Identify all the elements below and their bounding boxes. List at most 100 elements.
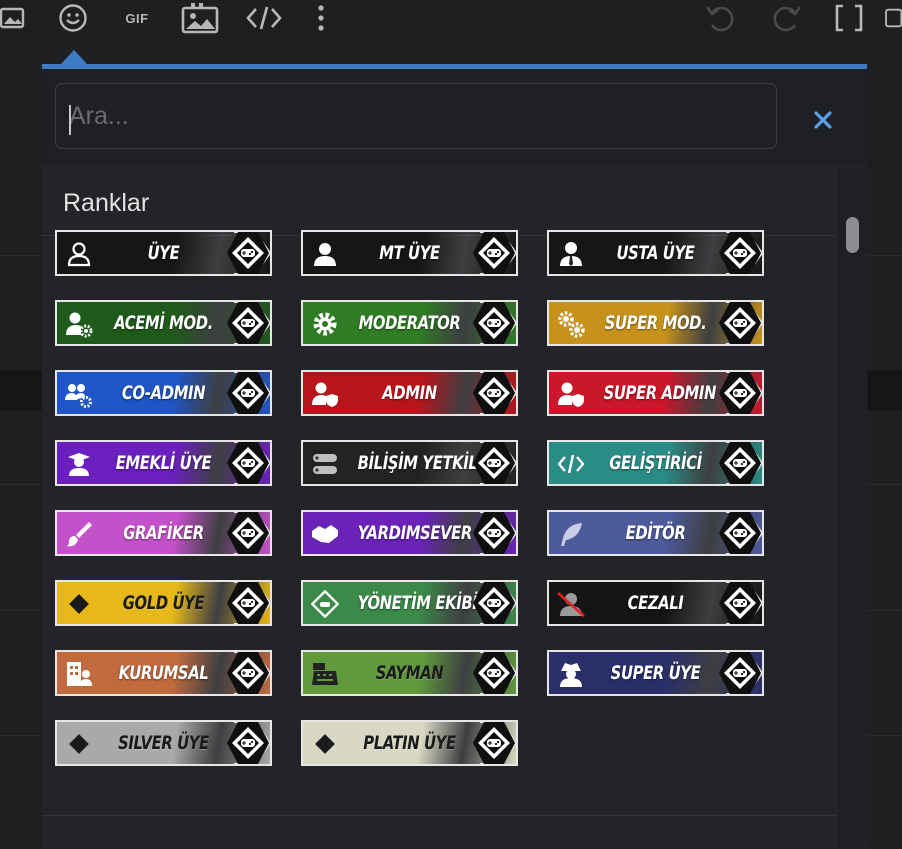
search-input[interactable] [55, 83, 777, 149]
gamepad-icon [714, 232, 762, 274]
gamepad-icon [222, 652, 270, 694]
gamepad-icon [222, 582, 270, 624]
users-gear-icon [64, 379, 94, 409]
gamepad-icon [222, 512, 270, 554]
scrollbar-track[interactable] [838, 167, 866, 847]
user-shield-icon [556, 379, 586, 409]
rank-badge[interactable]: YÖNETİM EKİBİ [301, 580, 518, 626]
gamepad-icon [468, 652, 516, 694]
rank-badge[interactable]: BİLİŞİM YETKİLİSİ [301, 440, 518, 486]
gamepad-icon [468, 582, 516, 624]
rank-badge-label: BİLİŞİM YETKİLİSİ [357, 452, 499, 474]
close-button[interactable] [808, 105, 838, 135]
rank-badge[interactable]: SUPER MOD. [547, 300, 764, 346]
rank-badge[interactable]: MT ÜYE [301, 230, 518, 276]
rank-badge-label: CO-ADMIN [121, 382, 206, 404]
rank-badge[interactable]: SILVER ÜYE [55, 720, 272, 766]
rank-badge[interactable]: SAYMAN [301, 650, 518, 696]
rank-badge-label: EMEKLİ ÜYE [115, 452, 212, 474]
rank-badge-label: SUPER ÜYE [610, 662, 701, 684]
rank-badge-label: ACEMİ MOD. [114, 312, 213, 334]
user-secret-icon [556, 659, 586, 689]
rank-badge[interactable]: ADMIN [301, 370, 518, 416]
gamepad-diamond-icon [310, 589, 340, 619]
user-icon [310, 239, 340, 269]
undo-icon[interactable] [703, 2, 739, 34]
section-title: Ranklar [63, 189, 150, 217]
gamepad-icon [468, 372, 516, 414]
rank-badge-label: GOLD ÜYE [122, 592, 205, 614]
rank-badge[interactable]: GELİŞTİRİCİ [547, 440, 764, 486]
section-divider-bottom [42, 815, 837, 816]
rank-badge[interactable]: CEZALI [547, 580, 764, 626]
rank-badge[interactable]: MODERATOR [301, 300, 518, 346]
rank-badge-label: EDİTÖR [625, 522, 686, 544]
gamepad-icon [714, 372, 762, 414]
smiley-icon[interactable] [55, 2, 91, 34]
rank-badge[interactable]: SUPER ÜYE [547, 650, 764, 696]
diamond-icon [310, 729, 340, 759]
fullscreen-icon[interactable] [832, 2, 866, 34]
cash-register-icon [310, 659, 340, 689]
rank-badge[interactable]: ÜYE [55, 230, 272, 276]
handshake-icon [310, 519, 340, 549]
user-slash-icon [556, 589, 586, 619]
rank-badge-label: CEZALI [627, 592, 684, 614]
gamepad-icon [714, 302, 762, 344]
image-icon[interactable] [0, 2, 26, 34]
rank-badge[interactable]: USTA ÜYE [547, 230, 764, 276]
more-options-icon[interactable] [313, 2, 329, 34]
server-icon [310, 449, 340, 479]
gallery-icon[interactable] [180, 2, 222, 34]
code-view-icon[interactable] [246, 2, 282, 34]
rank-badge-label: GRAFİKER [123, 522, 204, 544]
user-retired-icon [64, 449, 94, 479]
rank-badge[interactable]: ACEMİ MOD. [55, 300, 272, 346]
gif-button[interactable]: GIF [120, 2, 154, 34]
editor-toolbar: GIF [0, 0, 902, 40]
rank-badge-label: SILVER ÜYE [118, 732, 209, 754]
rank-badge-label: MODERATOR [358, 312, 461, 334]
close-icon [814, 111, 832, 129]
gamepad-icon [222, 372, 270, 414]
rank-badge[interactable]: PLATIN ÜYE [301, 720, 518, 766]
rank-badge-label: MT ÜYE [379, 242, 440, 264]
rank-badge-label: YÖNETİM EKİBİ [357, 592, 478, 614]
rank-badge[interactable]: CO-ADMIN [55, 370, 272, 416]
gamepad-icon [468, 302, 516, 344]
gamepad-icon [468, 512, 516, 554]
rank-badge[interactable]: EMEKLİ ÜYE [55, 440, 272, 486]
gamepad-icon [714, 652, 762, 694]
gamepad-icon [714, 512, 762, 554]
gamepad-icon [468, 722, 516, 764]
diamond-icon [64, 589, 94, 619]
rank-badge-label: KURUMSAL [118, 662, 209, 684]
rank-badge-label: PLATIN ÜYE [363, 732, 456, 754]
rank-badge-label: SUPER ADMIN [603, 382, 717, 404]
rank-badge[interactable]: KURUMSAL [55, 650, 272, 696]
gear-icon [310, 309, 340, 339]
rank-badge[interactable]: SUPER ADMIN [547, 370, 764, 416]
gamepad-icon [468, 232, 516, 274]
user-tie-icon [556, 239, 586, 269]
rank-badge[interactable]: GOLD ÜYE [55, 580, 272, 626]
rank-badge[interactable]: YARDIMSEVER [301, 510, 518, 556]
user-gear-icon [64, 309, 94, 339]
rank-badge-label: SUPER MOD. [604, 312, 707, 334]
scrollbar-thumb[interactable] [846, 217, 859, 253]
gamepad-icon [714, 442, 762, 484]
rank-badge-label: SAYMAN [375, 662, 444, 684]
user-outline-icon [64, 239, 94, 269]
code-icon [556, 449, 586, 479]
rank-badge[interactable]: EDİTÖR [547, 510, 764, 556]
rank-badge-label: GELİŞTİRİCİ [609, 452, 702, 474]
text-cursor [69, 105, 71, 135]
gamepad-icon [222, 232, 270, 274]
popup-caret [61, 50, 87, 64]
rank-badge[interactable]: GRAFİKER [55, 510, 272, 556]
preview-icon[interactable] [884, 2, 902, 34]
diamond-icon [64, 729, 94, 759]
redo-icon[interactable] [768, 2, 804, 34]
gamepad-icon [222, 302, 270, 344]
gamepad-icon [222, 442, 270, 484]
